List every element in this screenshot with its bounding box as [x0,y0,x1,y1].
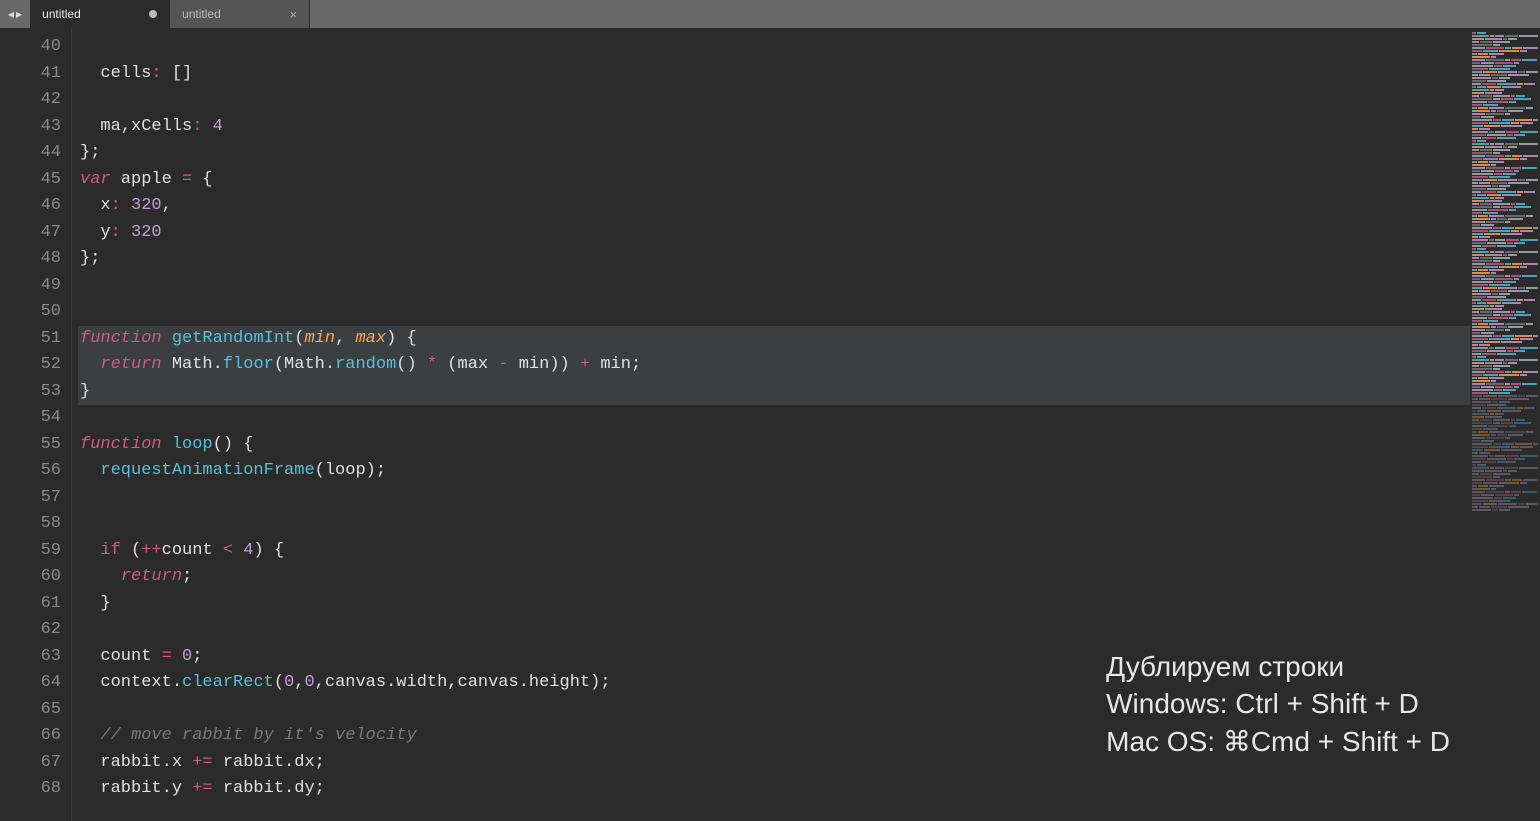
code-line[interactable] [78,87,1470,114]
line-number: 41 [0,61,61,88]
line-number: 48 [0,246,61,273]
line-number: 59 [0,538,61,565]
code-line[interactable] [78,273,1470,300]
line-number: 58 [0,511,61,538]
line-number: 66 [0,723,61,750]
code-line[interactable]: x: 320, [78,193,1470,220]
hint-windows: Windows: Ctrl + Shift + D [1106,685,1450,723]
editor: 4041424344454647484950515253545556575859… [0,28,1540,821]
line-number: 43 [0,114,61,141]
line-number: 63 [0,644,61,671]
line-number: 62 [0,617,61,644]
code-line[interactable]: function loop() { [78,432,1470,459]
minimap[interactable] [1470,28,1540,821]
line-number: 49 [0,273,61,300]
tab-bar: ◂ ▸ untitled untitled × [0,0,1540,28]
code-line[interactable]: }; [78,140,1470,167]
code-line[interactable] [78,34,1470,61]
code-line[interactable] [78,485,1470,512]
line-number: 46 [0,193,61,220]
code-line[interactable] [78,511,1470,538]
line-number: 44 [0,140,61,167]
code-line[interactable]: } [78,591,1470,618]
line-number: 68 [0,776,61,803]
line-number: 56 [0,458,61,485]
code-line[interactable] [78,617,1470,644]
line-number: 60 [0,564,61,591]
line-number: 47 [0,220,61,247]
line-number: 65 [0,697,61,724]
code-line[interactable]: }; [78,246,1470,273]
code-line[interactable]: var apple = { [78,167,1470,194]
code-line[interactable]: y: 320 [78,220,1470,247]
line-number: 51 [0,326,61,353]
code-line[interactable]: return Math.floor(Math.random() * (max -… [78,352,1470,379]
line-number: 57 [0,485,61,512]
code-line[interactable] [78,299,1470,326]
line-number: 42 [0,87,61,114]
code-line[interactable]: } [78,379,1470,406]
line-number-gutter: 4041424344454647484950515253545556575859… [0,28,72,821]
hint-mac: Mac OS: ⌘Cmd + Shift + D [1106,723,1450,761]
code-line[interactable]: cells: [] [78,61,1470,88]
code-line[interactable] [78,405,1470,432]
line-number: 67 [0,750,61,777]
code-line[interactable]: ma,xCells: 4 [78,114,1470,141]
tab-nav-arrows: ◂ ▸ [0,0,30,28]
tab-active[interactable]: untitled [30,0,170,28]
hint-title: Дублируем строки [1106,648,1450,686]
hint-overlay: Дублируем строки Windows: Ctrl + Shift +… [1106,648,1450,761]
code-line[interactable]: return; [78,564,1470,591]
code-line[interactable]: requestAnimationFrame(loop); [78,458,1470,485]
line-number: 53 [0,379,61,406]
line-number: 64 [0,670,61,697]
tab-label: untitled [182,7,281,21]
line-number: 45 [0,167,61,194]
code-line[interactable]: rabbit.y += rabbit.dy; [78,776,1470,803]
line-number: 54 [0,405,61,432]
tab-inactive[interactable]: untitled × [170,0,310,28]
line-number: 50 [0,299,61,326]
tab-dirty-icon [149,10,157,18]
tab-label: untitled [42,7,141,21]
code-line[interactable]: if (++count < 4) { [78,538,1470,565]
line-number: 52 [0,352,61,379]
code-line[interactable]: function getRandomInt(min, max) { [78,326,1470,353]
tab-nav-next-icon[interactable]: ▸ [16,7,22,21]
line-number: 55 [0,432,61,459]
line-number: 61 [0,591,61,618]
tab-nav-prev-icon[interactable]: ◂ [8,7,14,21]
tab-close-icon[interactable]: × [289,8,297,21]
line-number: 40 [0,34,61,61]
